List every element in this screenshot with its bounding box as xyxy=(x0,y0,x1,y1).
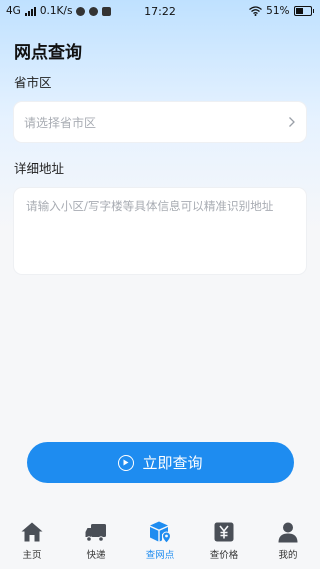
price-tag-icon xyxy=(214,522,234,542)
address-textarea[interactable]: 请输入小区/写字楼等具体信息可以精准识别地址 xyxy=(13,187,307,275)
status-time: 17:22 xyxy=(144,4,176,18)
chevron-right-icon xyxy=(289,117,295,127)
query-button-label: 立即查询 xyxy=(142,454,203,472)
region-select[interactable]: 请选择省市区 xyxy=(13,101,307,143)
truck-icon xyxy=(85,524,106,542)
tab-home[interactable]: 主页 xyxy=(0,512,64,561)
query-button[interactable]: 立即查询 xyxy=(27,442,294,483)
tab-home-label: 主页 xyxy=(22,550,42,561)
tab-express-label: 快递 xyxy=(86,550,106,561)
status-bar: 4G 0.1K/s 17:22 51% xyxy=(0,0,320,22)
tab-express[interactable]: 快递 xyxy=(64,512,128,561)
region-placeholder: 请选择省市区 xyxy=(24,115,97,130)
person-icon xyxy=(278,522,298,543)
battery-icon xyxy=(293,6,314,16)
bottom-tab-bar: 主页 快递 查网点 查价格 我的 xyxy=(0,512,320,569)
tab-find-outlet[interactable]: 查网点 xyxy=(128,512,192,561)
tab-price[interactable]: 查价格 xyxy=(192,512,256,561)
address-label: 详细地址 xyxy=(14,161,65,176)
play-circle-icon xyxy=(118,454,135,471)
address-placeholder: 请输入小区/写字楼等具体信息可以精准识别地址 xyxy=(26,199,274,213)
tab-mine-label: 我的 xyxy=(278,550,298,561)
tab-find-outlet-label: 查网点 xyxy=(145,550,175,561)
region-label: 省市区 xyxy=(14,75,52,90)
tab-mine[interactable]: 我的 xyxy=(256,512,320,561)
page-title: 网点查询 xyxy=(14,43,82,63)
box-location-icon xyxy=(150,521,172,544)
app-screen: 4G 0.1K/s 17:22 51% 网点查询 省市区 请选择省市区 详细地址… xyxy=(0,0,320,569)
home-icon xyxy=(21,522,43,542)
tab-price-label: 查价格 xyxy=(209,550,239,561)
